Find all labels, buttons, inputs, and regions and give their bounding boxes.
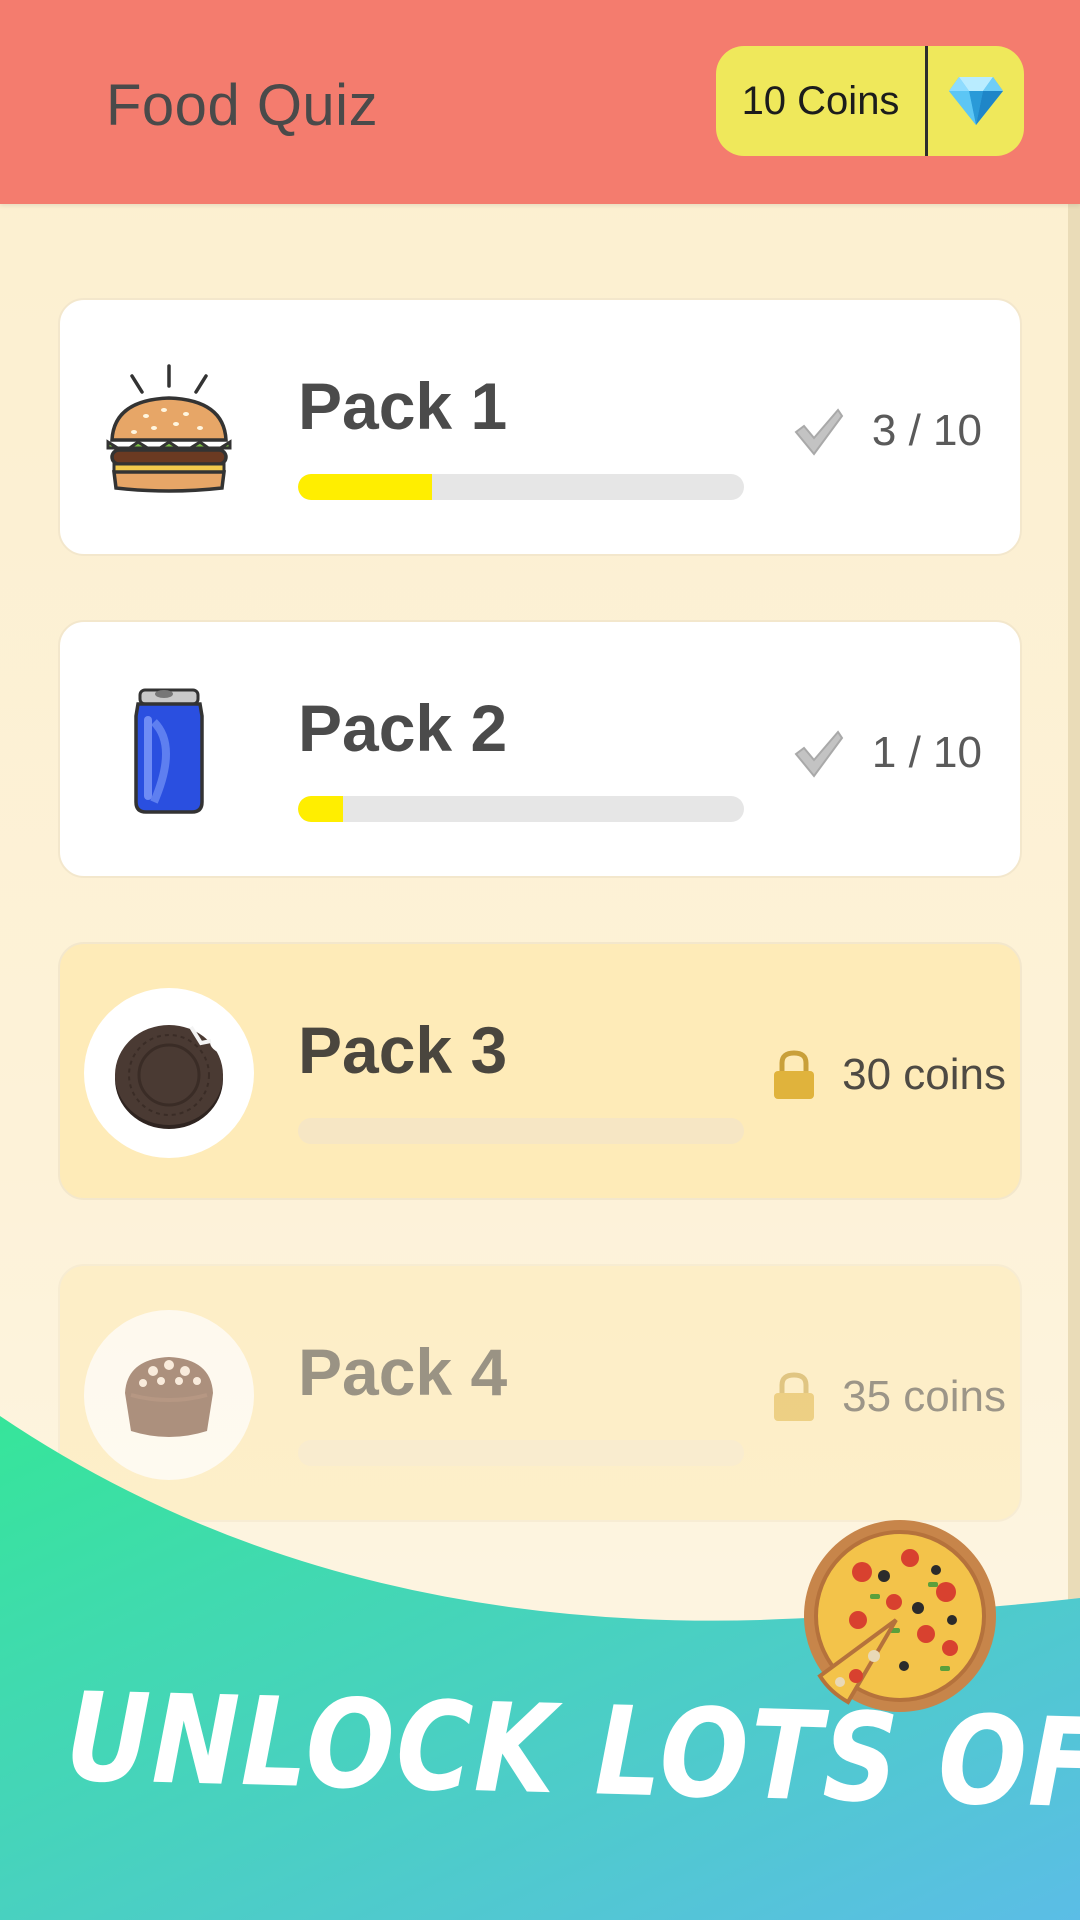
check-icon [794, 408, 844, 456]
coins-balance[interactable]: 10 Coins [716, 46, 1024, 156]
progress-fill [298, 474, 432, 500]
pack-progress-text: 3 / 10 [871, 406, 982, 455]
pack-name: Pack 3 [298, 1013, 508, 1087]
diamond-icon [949, 77, 1003, 125]
pack-status: 30 coins [772, 1040, 1006, 1110]
cookie-icon [84, 988, 254, 1158]
progress-bar [298, 796, 744, 822]
promo-banner-text: UNLOCK LOTS OF PACKS [64, 1665, 1080, 1847]
coins-label[interactable]: 10 Coins [716, 46, 928, 156]
pack-status: 3 / 10 [792, 396, 982, 466]
check-icon [794, 730, 844, 778]
app-title: Food Quiz [106, 73, 379, 138]
pack-status: 1 / 10 [792, 718, 982, 788]
progress-bar [298, 474, 744, 500]
pack-card-3[interactable]: Pack 3 30 coins [58, 942, 1022, 1200]
pack-card-1[interactable]: Pack 1 3 / 10 [58, 298, 1022, 556]
soda-can-icon [84, 666, 254, 836]
burger-icon [84, 344, 254, 514]
lock-icon [774, 1050, 815, 1099]
progress-bar [298, 1118, 744, 1144]
pack-progress-text: 1 / 10 [871, 728, 982, 777]
app-screen: Food Quiz 10 Coins Pack 1 3 / 10 Pack 2 … [0, 0, 1080, 1920]
pack-name: Pack 4 [298, 1335, 508, 1409]
pack-card-2[interactable]: Pack 2 1 / 10 [58, 620, 1022, 878]
progress-fill [298, 796, 343, 822]
pack-price-text: 30 coins [842, 1050, 1006, 1099]
top-bar: Food Quiz 10 Coins [0, 0, 1080, 204]
gem-shop-button[interactable] [928, 46, 1024, 156]
pack-name: Pack 1 [298, 369, 508, 443]
pack-name: Pack 2 [298, 691, 508, 765]
